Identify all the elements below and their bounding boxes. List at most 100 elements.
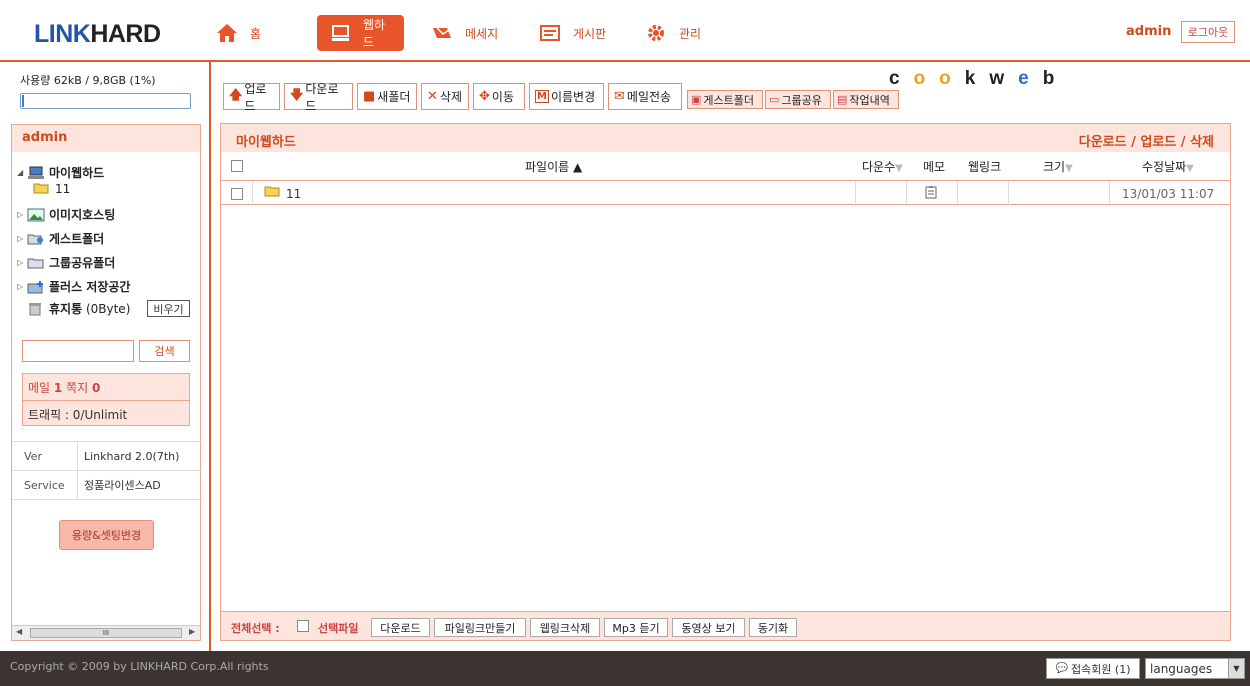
col-size[interactable]: 크기▼ — [1043, 158, 1073, 175]
col-date[interactable]: 수정날짜▼ — [1142, 158, 1194, 175]
nav-admin-label: 관리 — [679, 26, 702, 41]
modified-date: 13/01/03 11:07 — [1122, 187, 1215, 201]
logo[interactable]: LINKHARD — [34, 20, 161, 49]
nav-webhard-label: 웹하드 — [363, 18, 386, 49]
send-mail-button[interactable]: ✉ 메일전송 — [608, 83, 682, 110]
scroll-left-icon[interactable]: ◀ — [16, 627, 22, 636]
header-actions[interactable]: 다운로드 / 업로드 / 삭제 — [1079, 131, 1214, 150]
mail-note-count[interactable]: 메일 1 쪽지 0 — [23, 374, 189, 400]
info-row: Ver Linkhard 2.0(7th) — [12, 442, 201, 471]
expand-icon[interactable]: ▷ — [17, 234, 25, 243]
file-name[interactable]: 11 — [286, 187, 301, 201]
nav-message-label: 메세지 — [465, 26, 499, 41]
guest-folder-icon: ▣ — [691, 93, 702, 106]
collapse-icon[interactable]: ◢ — [17, 168, 25, 177]
board-icon — [539, 22, 561, 44]
language-select[interactable]: languages ▼ — [1145, 658, 1245, 679]
mp3-play-button[interactable]: Mp3 듣기 — [604, 618, 668, 637]
footer-select-all-checkbox[interactable] — [297, 620, 309, 632]
tree-item-mywebhard[interactable]: ◢ 마이웹하드 — [17, 164, 104, 181]
panel-title: admin — [12, 125, 200, 152]
make-file-link-button[interactable]: 파일링크만들기 — [434, 618, 526, 637]
traffic-text: 트래픽 : 0/Unlimit — [23, 400, 189, 426]
tree-item-guest-folder[interactable]: ▷ 게스트폴더 — [17, 230, 104, 247]
chat-icon: 💬 — [1055, 663, 1068, 674]
expand-icon[interactable]: ▷ — [17, 210, 25, 219]
scroll-right-icon[interactable]: ▶ — [189, 627, 195, 636]
document-icon: ▤ — [837, 93, 848, 106]
guest-folder-button[interactable]: ▣ 게스트폴더 — [687, 90, 763, 109]
work-history-button[interactable]: ▤ 작업내역 — [833, 90, 899, 109]
nav-admin[interactable]: 관리 — [645, 15, 701, 51]
nav-home[interactable]: 홈 — [216, 15, 261, 51]
col-weblink: 웹링크 — [968, 160, 1002, 174]
nav-webhard[interactable]: 웹하드 — [317, 15, 404, 51]
row-checkbox[interactable] — [231, 188, 243, 200]
copyright-text: Copyright © 2009 by LINKHARD Corp.All ri… — [10, 660, 269, 673]
empty-trash-button[interactable]: 비우기 — [147, 300, 190, 317]
usage-text: 사용량 62kB / 9,8GB (1%) — [20, 74, 156, 87]
search-input[interactable] — [22, 340, 134, 362]
file-panel-header: 마이웹하드 다운로드 / 업로드 / 삭제 — [221, 124, 1230, 152]
logout-button[interactable]: 로그아웃 — [1181, 21, 1235, 43]
online-members-button[interactable]: 💬 접속회원 (1) — [1046, 658, 1140, 679]
rename-button[interactable]: M 이름변경 — [529, 83, 604, 110]
memo-icon[interactable] — [925, 185, 937, 202]
cookweb-logo[interactable]: cookweb — [889, 68, 1068, 90]
tree-item-11[interactable]: 11 — [31, 182, 70, 196]
capacity-settings-button[interactable]: 용량&셋팅변경 — [59, 520, 154, 550]
expand-icon[interactable]: ▷ — [17, 258, 25, 267]
video-view-button[interactable]: 동영상 보기 — [672, 618, 745, 637]
usage-bar — [20, 93, 191, 109]
col-downloads[interactable]: 다운수▼ — [862, 158, 903, 175]
guest-folder-icon — [27, 232, 45, 246]
gear-icon — [645, 22, 667, 44]
col-memo: 메모 — [923, 160, 946, 174]
info-row: Service 정품라이센스AD — [12, 471, 201, 500]
select-all-checkbox[interactable] — [231, 160, 243, 172]
new-folder-button[interactable]: ■ 새폴더 — [357, 83, 417, 110]
mail-box: 메일 1 쪽지 0 트래픽 : 0/Unlimit — [22, 373, 190, 426]
image-icon — [27, 208, 45, 222]
group-share-button[interactable]: ▭ 그룹공유 — [765, 90, 831, 109]
tree-item-trash[interactable]: 휴지통 (0Byte) — [25, 300, 130, 317]
folder-icon — [264, 185, 280, 200]
home-icon — [216, 22, 238, 44]
chevron-down-icon[interactable]: ▼ — [1228, 659, 1244, 678]
tree-item-plus-storage[interactable]: ▷ 플러스 저장공간 — [17, 278, 130, 295]
table-row[interactable]: 11 13/01/03 11:07 — [221, 180, 1230, 206]
tree-label: 11 — [55, 182, 71, 196]
footer-download-button[interactable]: 다운로드 — [371, 618, 430, 637]
tree-label: 이미지호스팅 — [49, 208, 116, 222]
trash-icon — [27, 302, 45, 316]
upload-button[interactable]: 🡅 업로드 — [223, 82, 280, 113]
nav-board-label: 게시판 — [573, 26, 607, 41]
tree-item-image-hosting[interactable]: ▷ 이미지호스팅 — [17, 206, 115, 223]
tree-item-group-folder[interactable]: ▷ 그룹공유폴더 — [17, 254, 115, 271]
info-key: Service — [12, 471, 78, 499]
tree-label: 게스트폴더 — [49, 232, 105, 246]
sort-icon: ▼ — [1065, 163, 1073, 174]
delete-button[interactable]: ✕ 삭제 — [421, 83, 469, 110]
group-folder-icon — [27, 256, 45, 270]
folder-icon — [33, 182, 51, 196]
delete-weblink-button[interactable]: 웹링크삭제 — [530, 618, 600, 637]
expand-icon[interactable]: ▷ — [17, 282, 25, 291]
computer-icon — [27, 166, 45, 180]
download-button[interactable]: 🡇 다운로드 — [284, 82, 353, 113]
move-button[interactable]: ✥ 이동 — [473, 83, 525, 110]
select-all-label: 전체선택 : — [231, 622, 280, 635]
move-icon: ✥ — [479, 89, 490, 104]
search-button[interactable]: 검색 — [139, 340, 190, 362]
col-name[interactable]: 파일이름 ▲ — [525, 158, 582, 175]
sidebar-scrollbar[interactable]: ◀ III ▶ — [12, 625, 200, 640]
folder-icon: ■ — [363, 89, 376, 104]
user-name: admin — [1126, 24, 1172, 39]
info-key: Ver — [12, 442, 78, 470]
nav-message[interactable]: 메세지 — [431, 15, 498, 51]
selected-files-label: 선택파일 — [318, 622, 359, 635]
monitor-icon — [331, 22, 351, 44]
nav-board[interactable]: 게시판 — [539, 15, 606, 51]
sync-button[interactable]: 동기화 — [749, 618, 797, 637]
scroll-thumb[interactable]: III — [30, 628, 182, 638]
